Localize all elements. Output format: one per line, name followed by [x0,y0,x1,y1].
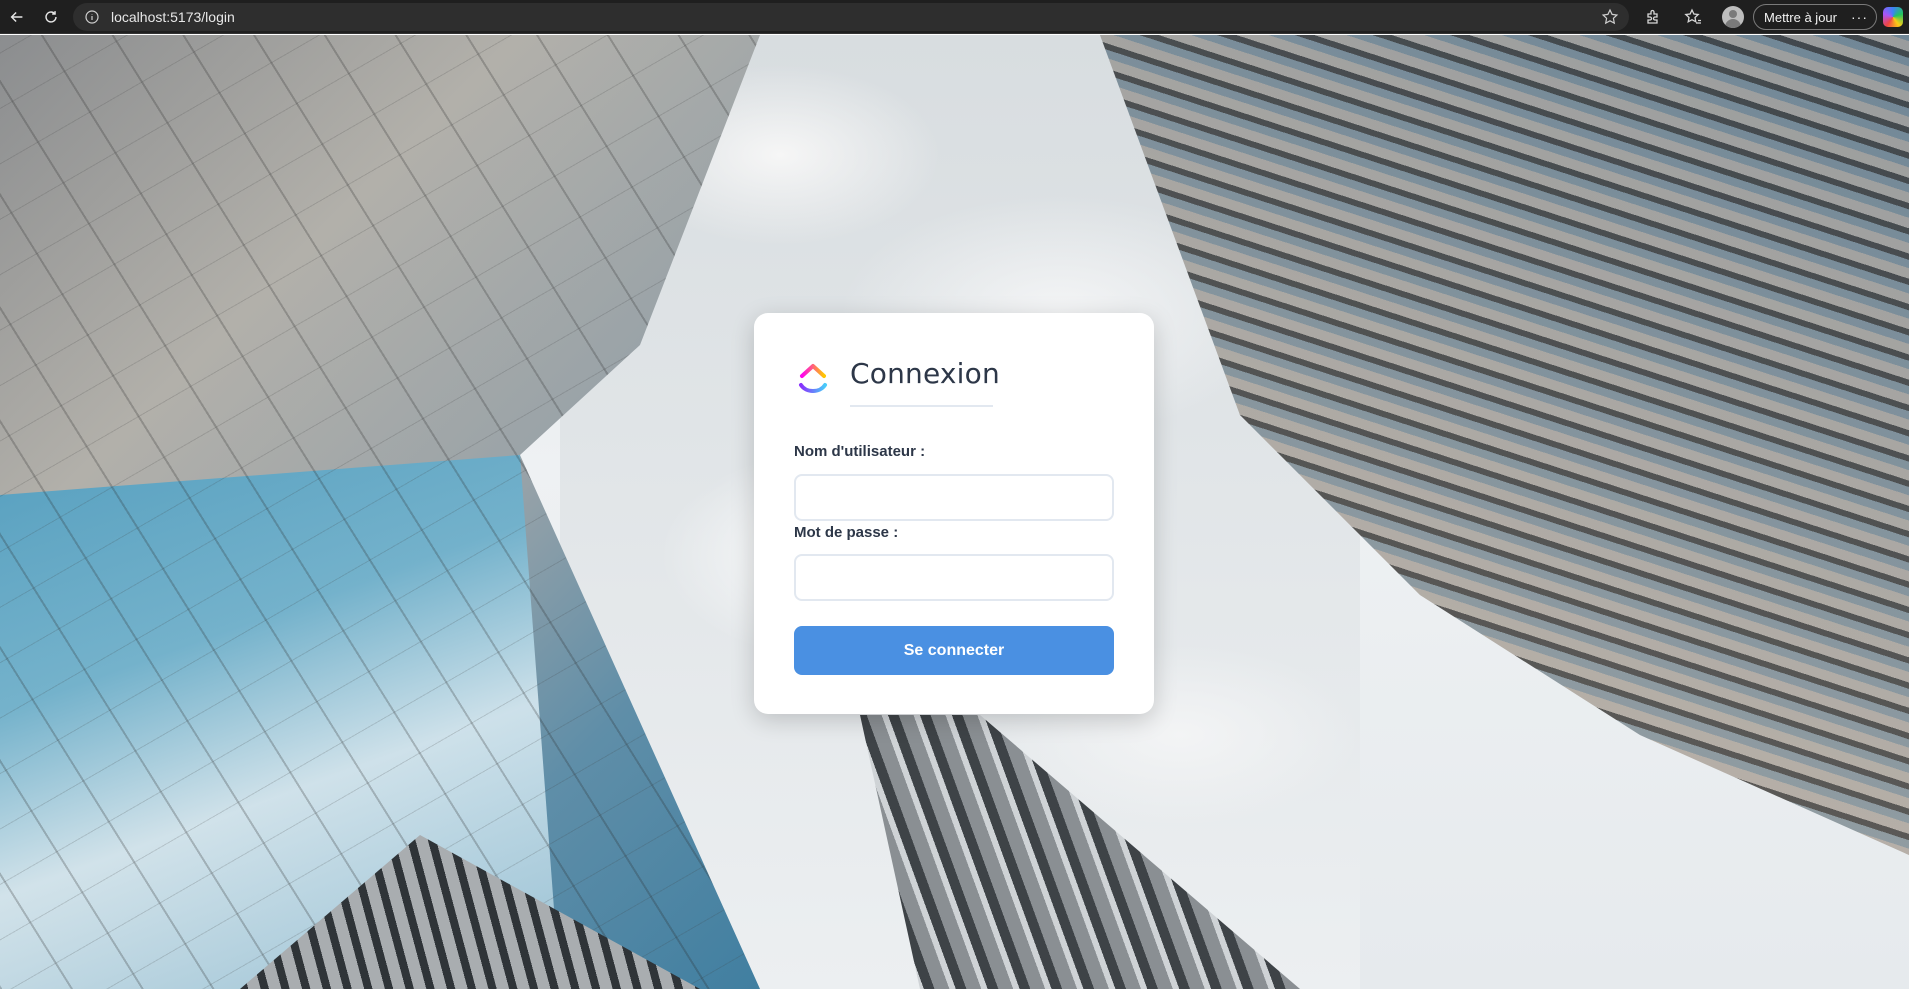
favorites-icon[interactable] [1673,0,1713,34]
avatar-icon[interactable] [1713,0,1753,34]
username-field[interactable] [794,474,1114,521]
reload-icon[interactable] [34,0,68,34]
password-field[interactable] [794,554,1114,601]
update-button[interactable]: Mettre à jour ··· [1753,4,1877,30]
more-icon[interactable]: ··· [1851,9,1868,25]
address-bar[interactable]: localhost:5173/login [73,3,1629,31]
clickup-logo-icon [799,364,827,393]
page-title: Connexion [850,357,1000,390]
login-button[interactable]: Se connecter [794,626,1114,675]
title-divider [850,405,993,407]
login-card: Connexion Nom d'utilisateur : Mot de pas… [754,313,1154,714]
star-icon[interactable] [1601,8,1619,31]
browser-toolbar: localhost:5173/login Mettre à jour ··· [0,0,1909,34]
browser-right-tools: Mettre à jour ··· [1633,0,1909,34]
back-arrow-icon[interactable] [0,0,34,34]
copilot-icon[interactable] [1883,7,1903,27]
url-text[interactable]: localhost:5173/login [111,9,235,25]
username-label: Nom d'utilisateur : [794,443,926,460]
password-label: Mot de passe : [794,524,899,541]
update-button-label: Mettre à jour [1764,9,1837,25]
puzzle-icon[interactable] [1633,0,1673,34]
info-icon[interactable] [85,10,99,24]
